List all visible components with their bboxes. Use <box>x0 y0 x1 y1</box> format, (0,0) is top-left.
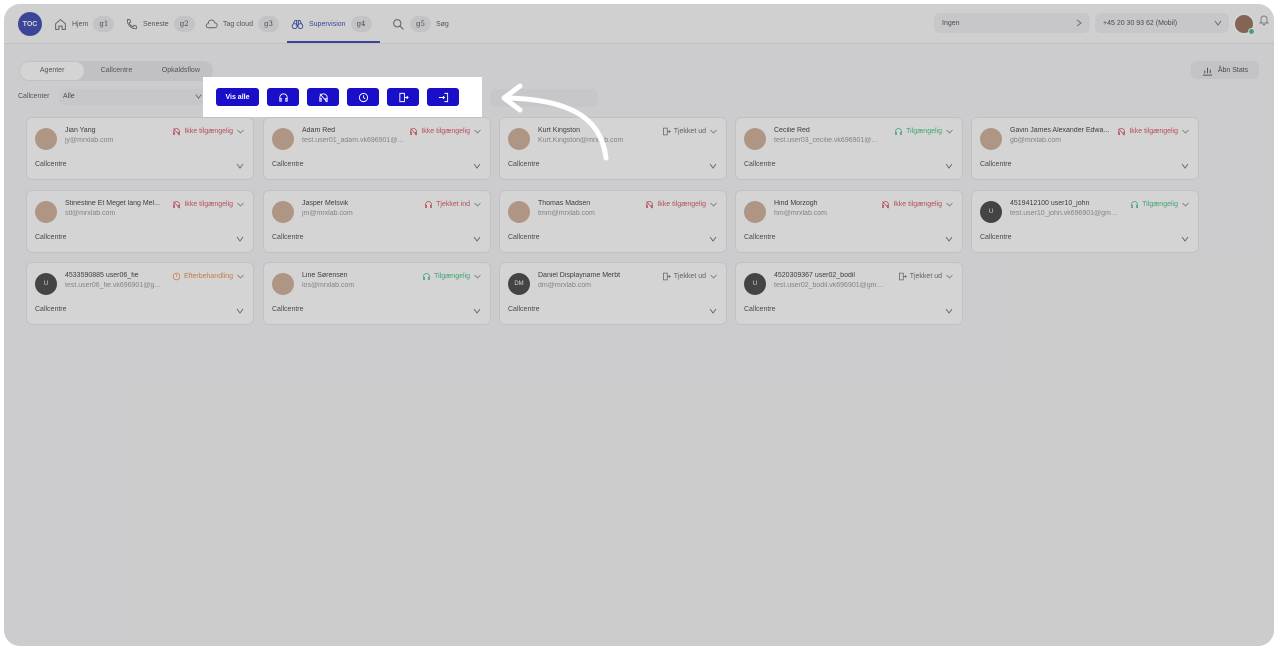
checkout-icon <box>398 92 409 102</box>
checkin-icon <box>438 92 448 102</box>
headset-off-icon <box>318 92 328 102</box>
headset-icon <box>278 92 288 102</box>
filter-available-button[interactable] <box>267 88 299 106</box>
filter-unavailable-button[interactable] <box>307 88 339 106</box>
tutorial-overlay <box>4 4 1274 646</box>
filter-checked-in-button[interactable] <box>427 88 459 106</box>
app-window: TOC Hjem g1 Seneste g2 Tag cloud g3 Supe… <box>4 4 1274 646</box>
status-filter-spotlight: Vis alle <box>203 77 482 117</box>
filter-checked-out-button[interactable] <box>387 88 419 106</box>
show-all-button[interactable]: Vis alle <box>216 88 259 106</box>
clock-icon <box>358 92 368 102</box>
app-frame: TOC Hjem g1 Seneste g2 Tag cloud g3 Supe… <box>4 4 1274 646</box>
tutorial-arrow-icon <box>501 83 609 161</box>
filter-wrapup-button[interactable] <box>347 88 379 106</box>
